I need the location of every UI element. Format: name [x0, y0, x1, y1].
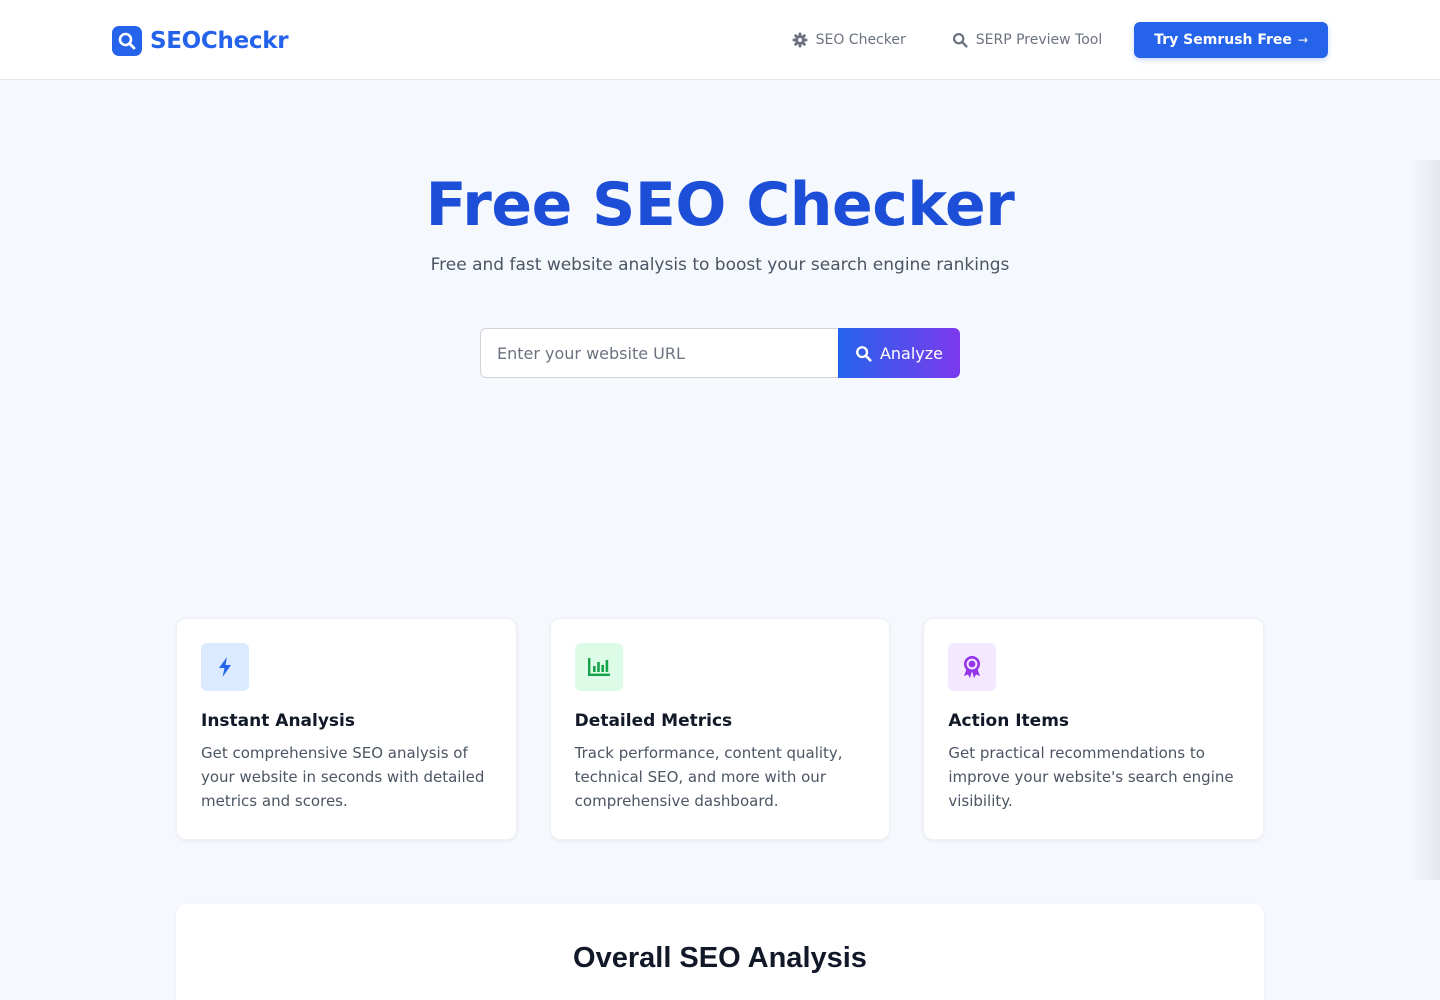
analyze-button[interactable]: Analyze: [838, 328, 960, 378]
analyze-button-label: Analyze: [879, 343, 944, 363]
cta-label: Try Semrush Free: [1154, 32, 1292, 48]
nav-link-serp-preview-tool[interactable]: SERP Preview Tool: [952, 32, 1103, 48]
try-semrush-free-button[interactable]: Try Semrush Free →: [1134, 22, 1328, 58]
feature-title: Action Items: [948, 711, 1070, 731]
bar-chart-icon: [574, 643, 623, 691]
nav-link-label: SEO Checker: [815, 32, 906, 48]
nav-link-label: SERP Preview Tool: [975, 32, 1103, 48]
main-nav: SEO Checker SERP Preview Tool Try Semrus…: [792, 22, 1328, 58]
lightning-bolt-icon: [201, 643, 249, 691]
search-logo-icon: [112, 26, 142, 56]
award-ribbon-icon: [948, 643, 997, 691]
feature-description: Get comprehensive SEO analysis of your w…: [201, 744, 485, 810]
feature-title: Instant Analysis: [201, 711, 355, 731]
feature-description: Track performance, content quality, tech…: [574, 744, 843, 810]
section-title: Overall SEO Analysis: [573, 942, 867, 974]
brand-name: SEOCheckr: [150, 28, 289, 54]
website-url-input[interactable]: [480, 328, 838, 378]
feature-description: Get practical recommendations to improve…: [948, 744, 1234, 810]
overall-seo-analysis-panel: Overall SEO Analysis: [176, 904, 1264, 1000]
feature-card-action-items: Action Items Get practical recommendatio…: [923, 618, 1265, 840]
feature-card-instant-analysis: Instant Analysis Get comprehensive SEO a…: [176, 618, 517, 840]
top-navigation-bar: SEOCheckr SEO Checker SERP Preview Tool …: [0, 0, 1440, 80]
nav-link-seo-checker[interactable]: SEO Checker: [792, 32, 906, 48]
feature-card-detailed-metrics: Detailed Metrics Track performance, cont…: [549, 618, 891, 840]
brand-logo-link[interactable]: SEOCheckr: [112, 25, 289, 57]
hero-title: Free SEO Checker: [425, 170, 1015, 240]
arrow-right-icon: →: [1297, 33, 1308, 47]
search-icon: [855, 345, 872, 362]
gear-icon: [792, 32, 808, 48]
search-icon: [952, 32, 968, 48]
url-search-form: Analyze: [480, 328, 960, 378]
hero-subtitle: Free and fast website analysis to boost …: [430, 255, 1010, 275]
feature-cards: Instant Analysis Get comprehensive SEO a…: [176, 618, 1265, 840]
feature-title: Detailed Metrics: [574, 711, 733, 731]
